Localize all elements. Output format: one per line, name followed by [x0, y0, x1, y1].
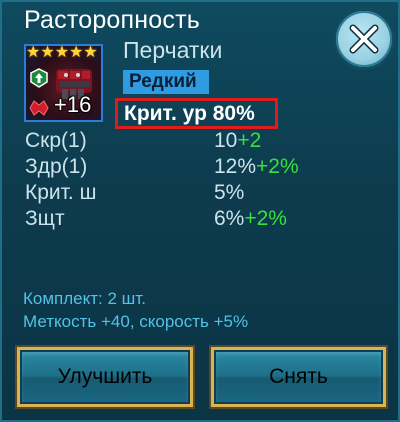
- rank-up-icon: [30, 68, 48, 88]
- stat-name: Здр(1): [25, 155, 88, 178]
- main-stat: Крит. ур 80%: [115, 98, 278, 129]
- stat-row: Зщт 6%+2%: [25, 207, 355, 233]
- stat-value: 5%: [214, 181, 244, 205]
- star-icon: ★: [69, 44, 84, 61]
- stat-bonus: +2%: [244, 207, 287, 230]
- item-name: Перчатки: [123, 37, 223, 63]
- item-info-panel: Расторопность ★ ★ ★ ★ ★ +16 Перчатки Ред…: [0, 0, 400, 422]
- set-effect: Меткость +40, скорость +5%: [23, 312, 249, 331]
- substat-list: Скр(1) 10+2 Здр(1) 12%+2% Крит. ш 5% Зщт…: [25, 129, 355, 233]
- star-rating: ★ ★ ★ ★ ★: [26, 44, 102, 62]
- item-level: +16: [54, 92, 92, 117]
- upgrade-button[interactable]: Улучшить: [15, 345, 195, 409]
- stat-bonus: +2%: [256, 155, 299, 178]
- star-icon: ★: [40, 44, 55, 61]
- stat-base-value: 6%: [214, 207, 245, 230]
- stat-value: 6%+2%: [214, 207, 287, 231]
- remove-button[interactable]: Снять: [209, 345, 388, 409]
- star-icon: ★: [54, 44, 70, 61]
- stat-value: 12%+2%: [214, 155, 299, 179]
- stat-row: Здр(1) 12%+2%: [25, 155, 355, 181]
- set-count: Комплект: 2 шт.: [23, 289, 146, 308]
- rarity-badge: Редкий: [123, 70, 209, 94]
- stat-base-value: 12%: [214, 155, 257, 178]
- stat-name: Скр(1): [25, 129, 87, 152]
- stat-base-value: 5%: [214, 181, 245, 204]
- stat-base-value: 10: [214, 129, 238, 152]
- close-button[interactable]: [333, 8, 395, 70]
- stat-name: Зщт: [25, 207, 65, 230]
- stat-row: Скр(1) 10+2: [25, 129, 355, 155]
- stat-row: Крит. ш 5%: [25, 181, 355, 207]
- stat-value: 10+2: [214, 129, 261, 153]
- window-title: Расторопность: [24, 6, 200, 34]
- close-icon: [349, 24, 379, 54]
- star-icon: ★: [83, 44, 98, 61]
- star-icon: ★: [26, 44, 41, 61]
- stat-bonus: +2: [237, 129, 262, 152]
- stat-name: Крит. ш: [25, 181, 97, 204]
- set-icon: [29, 100, 49, 116]
